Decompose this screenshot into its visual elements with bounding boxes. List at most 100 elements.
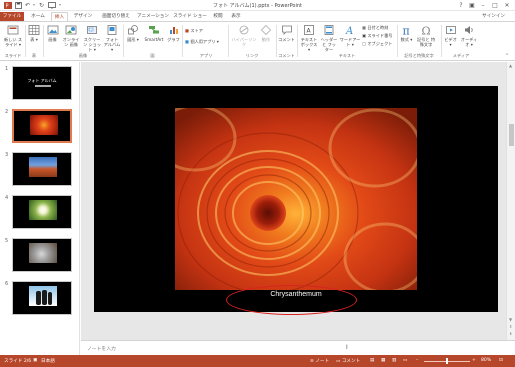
close-icon[interactable]: ✕ bbox=[501, 1, 513, 10]
tab-slideshow[interactable]: スライド ショー bbox=[172, 12, 208, 21]
fit-to-window-icon[interactable]: ⊡ bbox=[499, 358, 503, 363]
notes-toggle-button[interactable]: ≡ ノート bbox=[310, 358, 329, 364]
zoom-slider-thumb[interactable] bbox=[446, 358, 448, 364]
tab-file[interactable]: ファイル bbox=[0, 12, 24, 21]
textbox-button[interactable]: A テキスト ボックス ▾ bbox=[299, 24, 319, 52]
slide-number: 5 bbox=[5, 238, 9, 244]
previous-slide-icon[interactable]: ⇞ bbox=[509, 324, 512, 329]
notes-pane[interactable]: ノートを入力 I bbox=[81, 340, 515, 355]
vertical-scrollbar[interactable]: ▲ ▼ ⇞ ⇟ bbox=[506, 62, 515, 340]
next-slide-icon[interactable]: ⇟ bbox=[509, 331, 512, 336]
screenshot-button[interactable]: スクリーン ショット ▾ bbox=[82, 24, 102, 52]
store-label: ストア bbox=[190, 28, 203, 33]
notes-toggle-label: ノート bbox=[315, 359, 330, 364]
comment-label: コメント bbox=[278, 37, 295, 42]
my-apps-icon: ■ bbox=[185, 39, 189, 44]
slide-number: 4 bbox=[5, 195, 9, 201]
comment-button[interactable]: コメント bbox=[278, 24, 295, 42]
action-button[interactable]: 動作 bbox=[259, 24, 273, 42]
language-indicator[interactable]: 日本語 bbox=[41, 358, 55, 364]
zoom-out-icon[interactable]: – bbox=[416, 358, 418, 363]
table-icon bbox=[28, 25, 40, 35]
wordart-button[interactable]: A ワードアート ▾ bbox=[339, 24, 361, 47]
slide-thumbnail-1[interactable]: フォト アルバム bbox=[12, 66, 72, 100]
svg-text:π: π bbox=[402, 25, 409, 37]
header-footer-label: ヘッダーと フッター bbox=[320, 37, 338, 52]
equation-button[interactable]: π 数式 ▾ bbox=[399, 24, 414, 43]
group-label-tables: 表 bbox=[31, 53, 37, 58]
photo-album-button[interactable]: フォト アルバム ▾ bbox=[103, 24, 121, 52]
collapse-ribbon-icon[interactable]: ⌃ bbox=[505, 53, 509, 59]
tab-view[interactable]: 表示 bbox=[229, 12, 243, 21]
slide-counter: スライド 2/6 bbox=[4, 359, 32, 364]
table-label: 表 ▾ bbox=[30, 37, 38, 42]
minimize-icon[interactable]: – bbox=[477, 1, 489, 10]
textbox-icon: A bbox=[304, 25, 314, 35]
tab-animations[interactable]: アニメーション bbox=[137, 12, 169, 21]
chart-button[interactable]: グラフ bbox=[167, 24, 180, 42]
symbol-label: 記号と 特殊文字 bbox=[416, 37, 436, 47]
maximize-icon[interactable]: □ bbox=[489, 1, 501, 10]
tab-home[interactable]: ホーム bbox=[27, 12, 49, 21]
textbox-label: テキスト ボックス ▾ bbox=[300, 37, 318, 52]
slide-thumbnail-5[interactable] bbox=[12, 238, 72, 272]
hyperlink-icon bbox=[239, 25, 249, 35]
slide-thumbnail-4[interactable] bbox=[12, 195, 72, 229]
signin-link[interactable]: サインイン bbox=[482, 13, 505, 19]
slideshow-view-icon[interactable]: ▭ bbox=[403, 358, 407, 363]
koala-thumb-image bbox=[29, 243, 57, 263]
slide-number-button[interactable]: ▣ スライド番号 bbox=[362, 33, 392, 39]
smartart-label: SmartArt bbox=[144, 37, 164, 42]
shapes-button[interactable]: 図形 ▾ bbox=[125, 24, 141, 42]
reading-view-icon[interactable]: ▥ bbox=[392, 358, 396, 363]
hyperlink-button[interactable]: ハイパーリンク bbox=[230, 24, 258, 47]
wordart-label: ワードアート ▾ bbox=[339, 37, 361, 47]
chrysanthemum-photo[interactable] bbox=[175, 108, 417, 290]
header-footer-button[interactable]: ヘッダーと フッター bbox=[320, 24, 338, 52]
new-slide-button[interactable]: 新しい スライド ▾ bbox=[2, 24, 24, 47]
normal-view-icon[interactable]: ▤ bbox=[370, 358, 374, 363]
audio-button[interactable]: オーディオ ▾ bbox=[459, 24, 479, 47]
online-image-button[interactable]: オンライン 画像 bbox=[61, 24, 81, 47]
image-button[interactable]: 画像 bbox=[45, 24, 60, 42]
tab-design[interactable]: デザイン bbox=[71, 12, 95, 21]
group-separator bbox=[228, 25, 229, 57]
object-button[interactable]: ▢ オブジェクト bbox=[362, 41, 392, 47]
slide-thumbnail-2[interactable] bbox=[12, 109, 72, 143]
smartart-button[interactable]: SmartArt bbox=[142, 24, 166, 42]
my-apps-button[interactable]: ■ 個人用アプリ ▾ bbox=[185, 39, 219, 45]
group-separator bbox=[25, 25, 26, 57]
date-time-button[interactable]: ▦ 日付と時刻 bbox=[362, 25, 388, 31]
group-label-comments: コメント bbox=[278, 53, 295, 58]
video-button[interactable]: ビデオ ▾ bbox=[443, 24, 458, 47]
tab-review[interactable]: 校閲 bbox=[211, 12, 225, 21]
scrollbar-thumb[interactable] bbox=[509, 124, 514, 146]
slide-thumbnail-6[interactable] bbox=[12, 281, 72, 315]
slide-number: 1 bbox=[5, 66, 9, 72]
store-button[interactable]: ■ ストア bbox=[185, 28, 203, 34]
symbol-button[interactable]: Ω 記号と 特殊文字 bbox=[415, 24, 437, 48]
spellcheck-icon[interactable]: ▣ bbox=[33, 358, 37, 363]
comments-toggle-button[interactable]: ▭ コメント bbox=[336, 358, 360, 364]
picture-icon bbox=[47, 25, 58, 35]
screenshot-label: スクリーン ショット ▾ bbox=[82, 37, 102, 52]
slide-sorter-view-icon[interactable]: ▦ bbox=[381, 358, 385, 363]
group-label-text: テキスト bbox=[338, 53, 356, 58]
group-separator bbox=[123, 25, 124, 57]
smartart-icon bbox=[149, 26, 159, 34]
group-label-links: リンク bbox=[245, 53, 259, 58]
tab-transitions[interactable]: 画面切り替え bbox=[98, 12, 134, 21]
header-footer-icon bbox=[324, 25, 334, 35]
group-label-illustrations: 図 bbox=[150, 53, 155, 58]
slide-1-title: フォト アルバム bbox=[27, 78, 57, 83]
image-label: 画像 bbox=[48, 37, 57, 42]
scroll-down-icon[interactable]: ▼ bbox=[509, 317, 512, 322]
pi-icon: π bbox=[402, 25, 409, 37]
slide-thumbnail-3[interactable] bbox=[12, 152, 72, 186]
scroll-up-icon[interactable]: ▲ bbox=[509, 63, 512, 68]
group-separator bbox=[182, 25, 183, 57]
zoom-in-icon[interactable]: + bbox=[472, 358, 476, 363]
table-button[interactable]: 表 ▾ bbox=[27, 24, 41, 42]
zoom-level[interactable]: 80% bbox=[481, 358, 491, 363]
action-label: 動作 bbox=[261, 37, 271, 42]
